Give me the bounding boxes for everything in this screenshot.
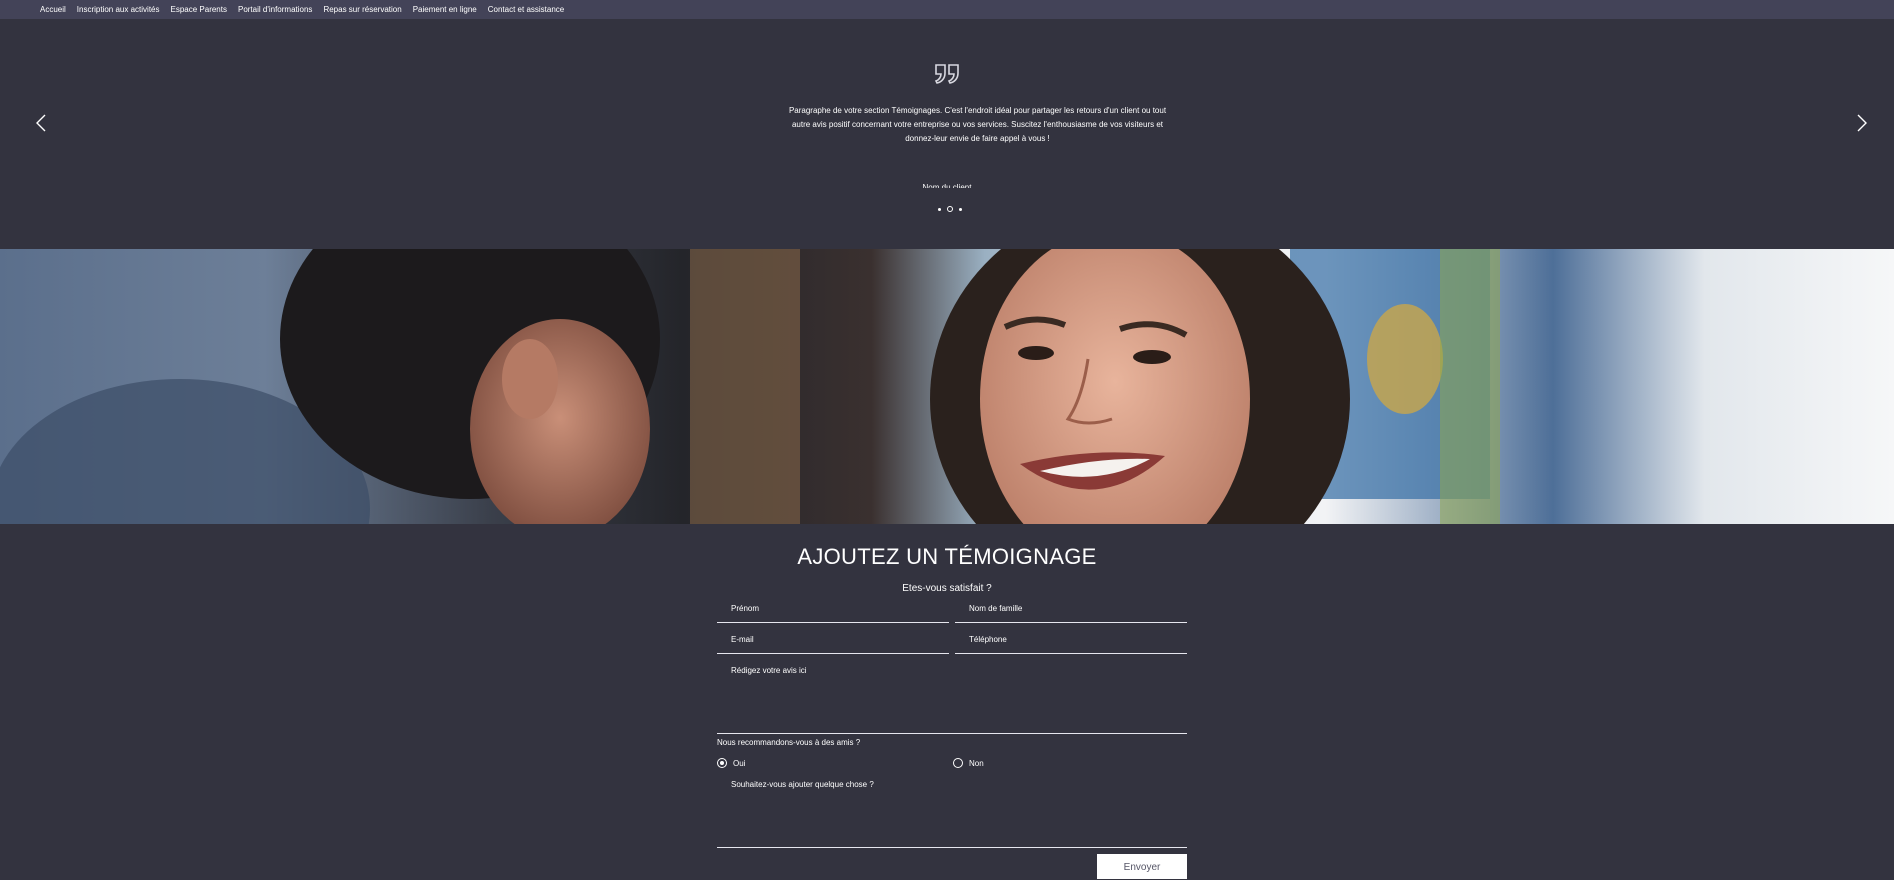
last-name-field[interactable]: Nom de famille (955, 600, 1187, 623)
slider-pagination (938, 206, 962, 212)
radio-label-yes: Oui (733, 758, 746, 768)
nav-item-repas[interactable]: Repas sur réservation (323, 5, 401, 14)
nav-item-accueil[interactable]: Accueil (40, 5, 66, 14)
submit-button[interactable]: Envoyer (1097, 854, 1187, 879)
email-placeholder: E-mail (731, 635, 754, 644)
radio-button[interactable] (953, 758, 963, 768)
testimonial-form: AJOUTEZ UN TÉMOIGNAGE Etes-vous satisfai… (0, 524, 1894, 879)
first-name-field[interactable]: Prénom (717, 600, 949, 623)
slider-dot-active[interactable] (947, 206, 953, 212)
review-placeholder: Rédigez votre avis ici (731, 666, 807, 675)
nav-item-espace-parents[interactable]: Espace Parents (171, 5, 227, 14)
testimonial-slider: Paragraphe de votre section Témoignages.… (0, 19, 1894, 249)
first-name-placeholder: Prénom (731, 604, 760, 613)
radio-button-checked[interactable] (717, 758, 727, 768)
radio-option-no[interactable]: Non (953, 758, 984, 768)
testimonial-author: Nom du client (907, 184, 987, 188)
form-title: AJOUTEZ UN TÉMOIGNAGE (797, 544, 1097, 569)
form-subtitle: Etes-vous satisfait ? (902, 583, 992, 594)
extra-comments-textarea[interactable]: Souhaitez-vous ajouter quelque chose ? (717, 776, 1187, 848)
email-field[interactable]: E-mail (717, 631, 949, 654)
recommend-question: Nous recommandons-vous à des amis ? (717, 738, 861, 747)
slider-dot[interactable] (938, 207, 941, 211)
nav-menu: Accueil Inscription aux activités Espace… (0, 5, 564, 14)
radio-label-no: Non (969, 758, 984, 768)
nav-item-paiement[interactable]: Paiement en ligne (413, 5, 477, 14)
slider-dot[interactable] (959, 207, 962, 211)
phone-field[interactable]: Téléphone (955, 631, 1187, 654)
nav-item-portail[interactable]: Portail d'informations (238, 5, 312, 14)
quote-icon (934, 49, 960, 93)
chevron-left-icon[interactable] (31, 112, 53, 134)
radio-option-yes[interactable]: Oui (717, 758, 745, 768)
nav-item-inscription[interactable]: Inscription aux activités (77, 5, 160, 14)
phone-placeholder: Téléphone (969, 635, 1007, 644)
nav-item-contact[interactable]: Contact et assistance (488, 5, 564, 14)
hero-photo (0, 249, 1894, 524)
extra-comments-placeholder: Souhaitez-vous ajouter quelque chose ? (731, 780, 874, 789)
review-textarea[interactable]: Rédigez votre avis ici (717, 662, 1187, 734)
chevron-right-icon[interactable] (1850, 112, 1872, 134)
last-name-placeholder: Nom de famille (969, 604, 1023, 613)
testimonial-text: Paragraphe de votre section Témoignages.… (788, 106, 1167, 143)
top-navigation: Accueil Inscription aux activités Espace… (0, 0, 1894, 19)
